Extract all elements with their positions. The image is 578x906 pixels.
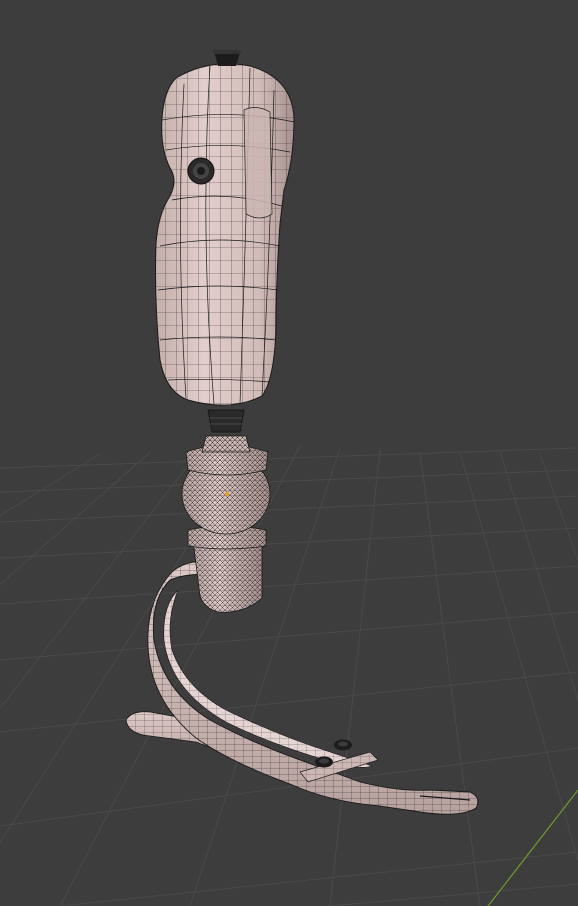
bolt-icon — [334, 739, 352, 751]
prosthetic-socket[interactable] — [155, 50, 295, 406]
y-axis-line — [487, 789, 578, 906]
viewport-canvas[interactable] — [0, 0, 578, 906]
top-pin — [212, 50, 242, 66]
bolt-icon — [315, 756, 333, 768]
pylon-assembly[interactable] — [181, 409, 271, 613]
origin-dot-icon — [224, 491, 230, 497]
3d-viewport[interactable] — [0, 0, 578, 906]
valve-icon — [187, 157, 215, 185]
ground-grid — [0, 445, 578, 906]
